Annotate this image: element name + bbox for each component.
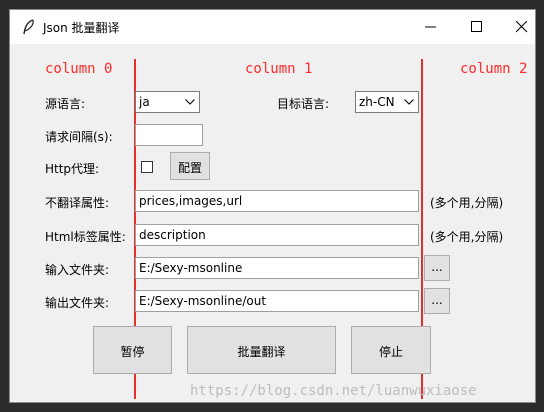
target-lang-value: zh-CN [359, 95, 395, 109]
minimize-icon [425, 26, 436, 28]
proxy-label: Http代理: [45, 162, 100, 176]
column-1-label: column 1 [245, 61, 313, 77]
feather-icon [23, 19, 34, 35]
proxy-checkbox[interactable] [141, 161, 153, 173]
window-title: Json 批量翻译 [43, 21, 120, 35]
minimize-button[interactable] [408, 10, 454, 44]
pause-label: 暂停 [120, 345, 145, 359]
source-lang-value: ja [139, 95, 150, 109]
input-dir-input[interactable]: E:/Sexy-msonline [135, 257, 419, 279]
output-dir-label: 输出文件夹: [45, 296, 110, 310]
html-attrs-input[interactable]: description [135, 224, 419, 246]
client-area: column 0 column 1 column 2 源语言: ja 目标语言:… [10, 44, 535, 402]
column-2-label: column 2 [460, 61, 528, 77]
chevron-down-icon [185, 99, 195, 105]
maximize-button[interactable] [454, 10, 500, 44]
source-lang-label: 源语言: [45, 97, 86, 111]
output-dir-browse-label: ... [431, 293, 443, 307]
column-0-label: column 0 [45, 61, 113, 77]
input-dir-browse-label: ... [431, 260, 443, 274]
stop-label: 停止 [378, 345, 403, 359]
target-lang-select[interactable]: zh-CN [355, 91, 419, 113]
close-button[interactable] [499, 10, 544, 44]
input-dir-browse-button[interactable]: ... [424, 255, 450, 281]
stop-button[interactable]: 停止 [351, 326, 431, 374]
watermark: https://blog.csdn.net/luanwuxiaose [190, 383, 477, 399]
interval-label: 请求间隔(s): [45, 130, 113, 144]
maximize-icon [471, 21, 482, 32]
title-bar: Json 批量翻译 [10, 10, 535, 44]
output-dir-input[interactable]: E:/Sexy-msonline/out [135, 290, 419, 312]
exclude-attrs-label: 不翻译属性: [45, 196, 110, 210]
proxy-config-button[interactable]: 配置 [170, 152, 210, 180]
app-window: Json 批量翻译 column 0 column 1 column 2 源语言… [9, 9, 536, 403]
exclude-attrs-input[interactable]: prices,images,url [135, 190, 419, 212]
input-dir-label: 输入文件夹: [45, 263, 110, 277]
pause-button[interactable]: 暂停 [93, 326, 172, 374]
interval-input[interactable] [135, 124, 203, 146]
output-dir-browse-button[interactable]: ... [424, 288, 450, 314]
html-attrs-label: Html标签属性: [45, 230, 126, 244]
html-attrs-hint: (多个用,分隔) [430, 230, 504, 244]
target-lang-label: 目标语言: [277, 97, 330, 111]
source-lang-select[interactable]: ja [135, 91, 200, 113]
chevron-down-icon [404, 99, 414, 105]
batch-translate-button[interactable]: 批量翻译 [187, 326, 336, 374]
close-icon [516, 21, 528, 33]
exclude-attrs-hint: (多个用,分隔) [430, 196, 504, 210]
batch-translate-label: 批量翻译 [237, 345, 286, 359]
proxy-config-label: 配置 [177, 161, 202, 175]
